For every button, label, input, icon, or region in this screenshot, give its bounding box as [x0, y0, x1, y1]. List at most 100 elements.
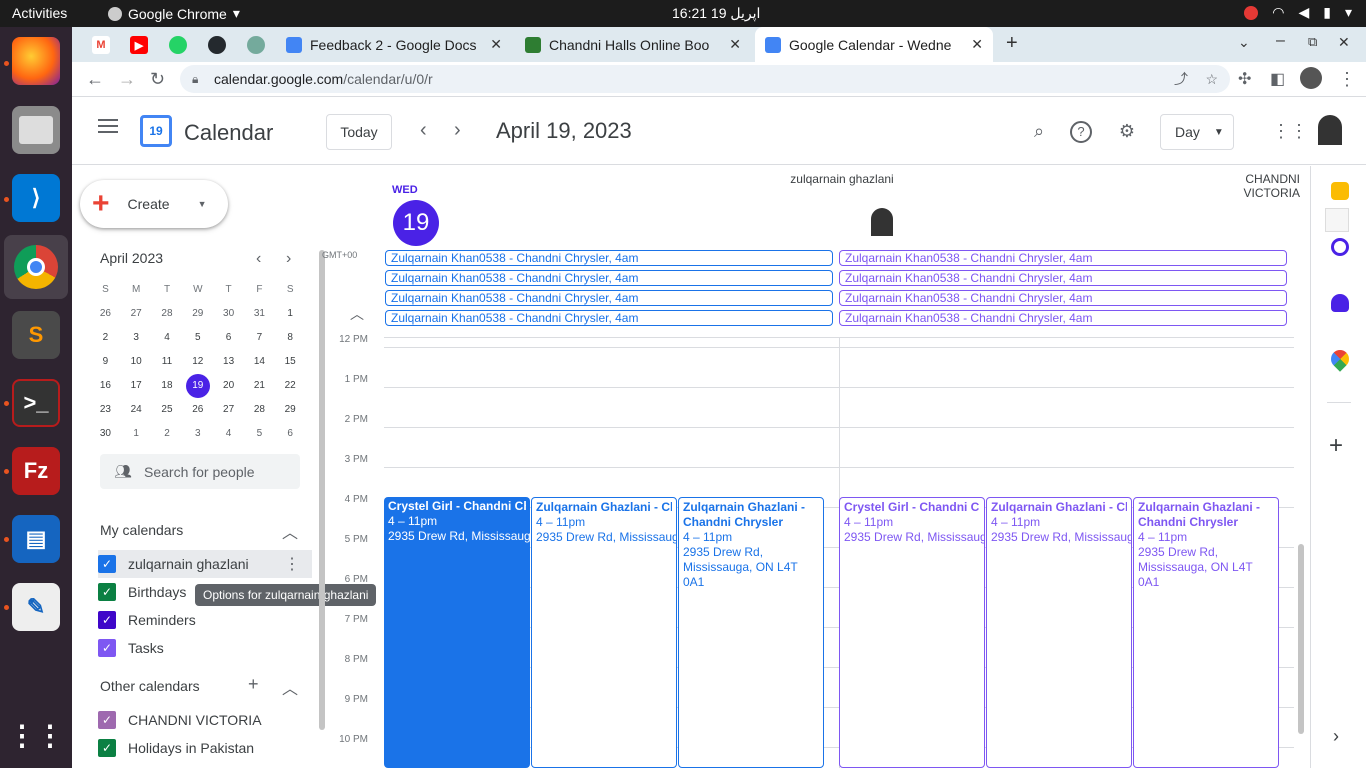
mini-day[interactable]: 15 — [275, 350, 306, 374]
sublime-text-icon[interactable]: S — [12, 311, 60, 359]
mini-day[interactable]: 19 — [185, 374, 210, 398]
contacts-icon[interactable] — [1331, 294, 1349, 312]
chatgpt-icon[interactable] — [247, 36, 265, 54]
day-number[interactable]: 19 — [393, 200, 439, 246]
create-button[interactable]: + Create ▼ — [80, 180, 228, 228]
mini-day[interactable]: 10 — [121, 350, 152, 374]
mini-day[interactable]: 5 — [182, 326, 213, 350]
checkbox-icon[interactable]: ✓ — [98, 711, 116, 729]
close-icon[interactable]: ✕ — [490, 36, 502, 53]
mini-day[interactable]: 11 — [152, 350, 183, 374]
gmail-icon[interactable]: M — [92, 36, 110, 54]
allday-event[interactable]: Zulqarnain Khan0538 - Chandni Chrysler, … — [839, 310, 1287, 326]
tasks-icon[interactable] — [1331, 238, 1349, 256]
mini-day[interactable]: 22 — [275, 374, 306, 398]
view-selector[interactable]: Day ▼ — [1160, 114, 1234, 150]
collapse-icon[interactable]: ︿ — [282, 519, 298, 543]
github-icon[interactable] — [208, 36, 226, 54]
keep-icon[interactable] — [1331, 182, 1349, 200]
mini-day[interactable]: 7 — [244, 326, 275, 350]
help-icon[interactable]: ? — [1070, 121, 1092, 143]
mini-day[interactable]: 6 — [275, 422, 306, 446]
whatsapp-icon[interactable] — [169, 36, 187, 54]
mini-day[interactable]: 3 — [182, 422, 213, 446]
prev-day-icon[interactable]: ‹ — [420, 119, 427, 142]
mini-day[interactable]: 16 — [90, 374, 121, 398]
mini-day[interactable]: 31 — [244, 302, 275, 326]
maximize-icon[interactable]: ⧉ — [1308, 34, 1317, 50]
mini-day[interactable]: 9 — [90, 350, 121, 374]
grid-scrollbar[interactable] — [1298, 544, 1304, 734]
mini-day[interactable]: 24 — [121, 398, 152, 422]
calendar-item[interactable]: ✓ Holidays in Pakistan — [98, 734, 312, 762]
mini-day[interactable]: 5 — [244, 422, 275, 446]
tab-chandni-halls[interactable]: Chandni Halls Online Boo ✕ — [515, 27, 751, 62]
terminal-icon[interactable]: >_ — [12, 379, 60, 427]
profile-avatar[interactable] — [1300, 67, 1322, 89]
allday-event[interactable]: Zulqarnain Khan0538 - Chandni Chrysler, … — [839, 250, 1287, 266]
checkbox-icon[interactable]: ✓ — [98, 639, 116, 657]
collapse-icon[interactable]: ︿ — [282, 675, 298, 699]
tab-search-icon[interactable]: ⌄ — [1238, 34, 1250, 51]
calendar-item[interactable]: ✓ Reminders — [98, 606, 312, 634]
chrome-icon[interactable] — [4, 235, 68, 299]
expand-panel-icon[interactable]: › — [1333, 726, 1339, 747]
back-icon[interactable]: ← — [86, 69, 104, 90]
today-button[interactable]: Today — [326, 114, 392, 150]
next-day-icon[interactable]: › — [454, 119, 461, 142]
mini-day[interactable]: 4 — [152, 326, 183, 350]
address-bar[interactable]: 🔒︎ calendar.google.com/calendar/u/0/r ⤴ … — [180, 65, 1230, 93]
allday-event[interactable]: Zulqarnain Khan0538 - Chandni Chrysler, … — [385, 250, 833, 266]
close-icon[interactable]: ✕ — [971, 36, 983, 53]
mini-day[interactable]: 27 — [121, 302, 152, 326]
close-icon[interactable]: ✕ — [729, 36, 741, 53]
mini-day[interactable]: 17 — [121, 374, 152, 398]
my-calendars-heading[interactable]: My calendars — [100, 522, 183, 538]
firefox-icon[interactable] — [12, 37, 60, 85]
show-apps-icon[interactable]: ⋮⋮ — [8, 711, 64, 759]
checkbox-icon[interactable]: ✓ — [98, 555, 116, 573]
tab-google-docs[interactable]: Feedback 2 - Google Docs ✕ — [276, 27, 512, 62]
mini-day[interactable]: 26 — [182, 398, 213, 422]
mini-day[interactable]: 26 — [90, 302, 121, 326]
mini-day[interactable]: 29 — [182, 302, 213, 326]
calendar-event[interactable]: Zulqarnain Ghazlani - Chandni Chrysler4 … — [531, 497, 677, 768]
calendar-event[interactable]: Zulqarnain Ghazlani - Chandni Chrysler4 … — [986, 497, 1132, 768]
mini-day[interactable]: 30 — [213, 302, 244, 326]
document-viewer-icon[interactable]: ▤ — [12, 515, 60, 563]
calendar-event[interactable]: Crystel Girl - Chandni Chrysler4 – 11pm2… — [839, 497, 985, 768]
mini-day[interactable]: 2 — [152, 422, 183, 446]
main-menu-icon[interactable] — [98, 119, 118, 133]
share-icon[interactable]: ⤴ — [1174, 69, 1188, 89]
mini-day[interactable]: 14 — [244, 350, 275, 374]
mini-day[interactable]: 4 — [213, 422, 244, 446]
calendar-event[interactable]: Zulqarnain Ghazlani - Chandni Chrysler4 … — [1133, 497, 1279, 768]
allday-event[interactable]: Zulqarnain Khan0538 - Chandni Chrysler, … — [385, 270, 833, 286]
mini-day[interactable]: 12 — [182, 350, 213, 374]
youtube-icon[interactable]: ▶ — [130, 36, 148, 54]
mini-prev-icon[interactable]: ‹ — [256, 250, 261, 268]
allday-event[interactable]: Zulqarnain Khan0538 - Chandni Chrysler, … — [385, 310, 833, 326]
mini-day[interactable]: 1 — [275, 302, 306, 326]
calendar-item[interactable]: ✓ Tasks — [98, 634, 312, 662]
mini-day[interactable]: 21 — [244, 374, 275, 398]
clock[interactable]: 16:21 19 اپریل — [672, 5, 760, 22]
more-menu-icon[interactable]: ⋮ — [1338, 69, 1356, 90]
maps-icon[interactable] — [1327, 346, 1353, 372]
checkbox-icon[interactable]: ✓ — [98, 583, 116, 601]
tab-google-calendar[interactable]: Google Calendar - Wedne ✕ — [755, 27, 993, 62]
mini-next-icon[interactable]: › — [286, 250, 291, 268]
mini-day[interactable]: 29 — [275, 398, 306, 422]
account-avatar[interactable] — [1318, 115, 1342, 145]
minimize-icon[interactable]: – — [1276, 32, 1285, 50]
extensions-icon[interactable]: ✣ — [1238, 69, 1251, 89]
activities-button[interactable]: Activities — [12, 5, 67, 21]
add-addon-icon[interactable]: + — [1329, 432, 1343, 460]
filezilla-icon[interactable]: Fz — [12, 447, 60, 495]
add-calendar-icon[interactable]: + — [248, 674, 259, 695]
mini-day[interactable]: 30 — [90, 422, 121, 446]
apps-grid-icon[interactable]: ⋮⋮ — [1272, 121, 1308, 143]
text-editor-icon[interactable]: ✎ — [12, 583, 60, 631]
calendar-item[interactable]: ✓ zulqarnain ghazlani — [98, 550, 312, 578]
system-tray[interactable]: ◠ ◀ ▮ ▾ — [1244, 4, 1352, 21]
